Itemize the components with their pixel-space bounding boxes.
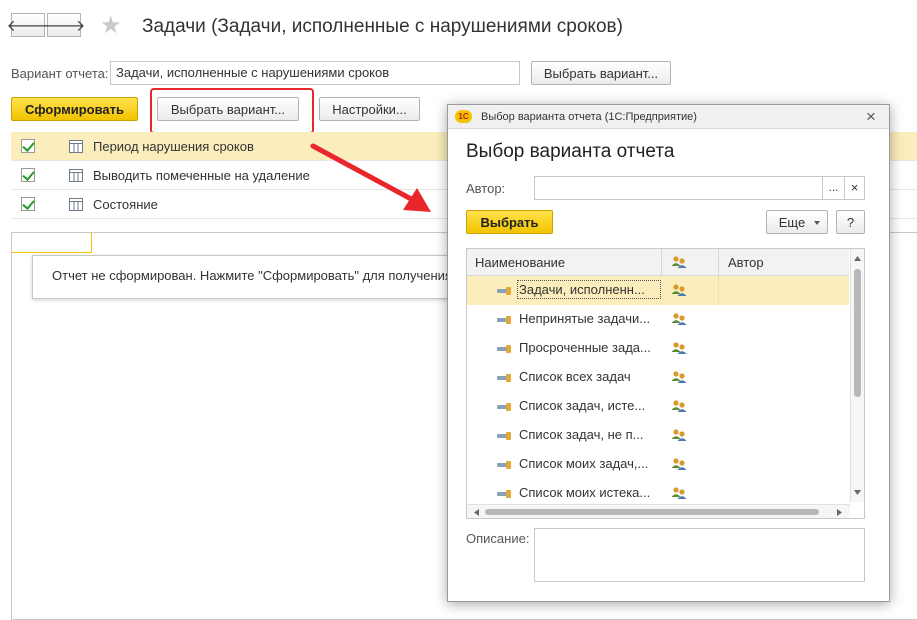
scroll-left-icon[interactable] bbox=[474, 509, 479, 516]
description-field[interactable] bbox=[534, 528, 865, 582]
close-icon[interactable]: × bbox=[866, 107, 876, 127]
arrow-right-icon: 🡒 bbox=[42, 17, 86, 35]
checkbox[interactable] bbox=[21, 168, 35, 182]
author-select-button[interactable]: ... bbox=[823, 176, 845, 200]
select-button[interactable]: Выбрать bbox=[466, 210, 553, 234]
generate-button[interactable]: Сформировать bbox=[11, 97, 138, 121]
choose-variant-button-top[interactable]: Выбрать вариант... bbox=[531, 61, 671, 85]
help-button[interactable]: ? bbox=[836, 210, 865, 234]
table-header: Наименование Автор bbox=[467, 249, 849, 276]
table-field-icon bbox=[69, 139, 83, 153]
report-variant-icon bbox=[497, 374, 511, 382]
table-row[interactable]: Список всех задач bbox=[467, 363, 849, 392]
report-variant-icon bbox=[497, 345, 511, 353]
choose-variant-button[interactable]: Выбрать вариант... bbox=[157, 97, 299, 121]
forward-button[interactable]: 🡒 bbox=[43, 13, 85, 37]
report-variant-icon bbox=[497, 490, 511, 498]
scrollbar-thumb[interactable] bbox=[854, 269, 861, 397]
app-logo-icon: 1С bbox=[455, 110, 472, 123]
users-icon bbox=[671, 487, 687, 499]
users-icon bbox=[671, 458, 687, 470]
table-row[interactable]: Список задач, не п... bbox=[467, 421, 849, 450]
scroll-up-icon[interactable] bbox=[854, 256, 861, 261]
report-variant-icon bbox=[497, 316, 511, 324]
users-icon bbox=[671, 313, 687, 325]
table-field-icon bbox=[69, 197, 83, 211]
users-icon bbox=[671, 371, 687, 383]
report-variant-icon bbox=[497, 287, 511, 295]
author-input[interactable] bbox=[534, 176, 823, 200]
dialog-window-title: Выбор варианта отчета (1С:Предприятие) bbox=[481, 111, 697, 123]
variant-label: Вариант отчета: bbox=[11, 66, 109, 81]
favorite-star-icon[interactable]: ★ bbox=[100, 11, 122, 40]
checkbox[interactable] bbox=[21, 197, 35, 211]
vertical-scrollbar[interactable] bbox=[850, 249, 864, 502]
more-label: Еще bbox=[778, 214, 806, 230]
table-row[interactable]: Непринятые задачи... bbox=[467, 305, 849, 334]
choose-variant-dialog[interactable]: 1С Выбор варианта отчета (1С:Предприятие… bbox=[447, 104, 890, 602]
description-label: Описание: bbox=[466, 531, 530, 546]
red-arrow-icon bbox=[310, 143, 431, 212]
checkbox[interactable] bbox=[21, 139, 35, 153]
row-name: Непринятые задачи... bbox=[519, 311, 651, 326]
table-row[interactable]: Задачи, исполненн... bbox=[467, 276, 849, 305]
settings-button[interactable]: Настройки... bbox=[319, 97, 420, 121]
h-scrollbar-thumb[interactable] bbox=[485, 509, 819, 515]
users-icon bbox=[671, 429, 687, 441]
param-label: Состояние bbox=[93, 196, 158, 212]
param-label: Период нарушения сроков bbox=[93, 138, 254, 154]
row-name: Список задач, исте... bbox=[519, 398, 646, 413]
row-name: Список моих задач,... bbox=[519, 456, 649, 471]
author-clear-button[interactable]: × bbox=[845, 176, 865, 200]
row-name: Список моих истека... bbox=[519, 485, 651, 500]
row-name: Список всех задач bbox=[519, 369, 631, 384]
report-variant-icon bbox=[497, 403, 511, 411]
more-button[interactable]: Еще bbox=[766, 210, 828, 234]
report-variant-icon bbox=[497, 432, 511, 440]
scroll-right-icon[interactable] bbox=[837, 509, 842, 516]
back-button[interactable]: 🡐 bbox=[7, 13, 49, 37]
chevron-down-icon bbox=[814, 221, 820, 225]
report-variant-icon bbox=[497, 461, 511, 469]
table-field-icon bbox=[69, 168, 83, 182]
scroll-down-icon[interactable] bbox=[854, 490, 861, 495]
table-row[interactable]: Список моих задач,... bbox=[467, 450, 849, 479]
variant-field[interactable]: Задачи, исполненные с нарушениями сроков bbox=[110, 61, 520, 85]
horizontal-scrollbar[interactable] bbox=[467, 504, 850, 518]
row-name: Задачи, исполненн... bbox=[517, 280, 661, 299]
param-label: Выводить помеченные на удаление bbox=[93, 167, 310, 183]
page-title: Задачи (Задачи, исполненные с нарушениям… bbox=[142, 16, 623, 37]
table-row[interactable]: Список задач, исте... bbox=[467, 392, 849, 421]
report-cell-cursor bbox=[12, 233, 92, 253]
users-icon[interactable] bbox=[670, 255, 688, 269]
users-icon bbox=[671, 342, 687, 354]
variants-table[interactable]: Наименование Автор Задачи, исполненн... … bbox=[466, 248, 865, 519]
row-name: Список задач, не п... bbox=[519, 427, 644, 442]
users-icon bbox=[671, 400, 687, 412]
table-row[interactable]: Просроченные зада... bbox=[467, 334, 849, 363]
column-author[interactable]: Автор bbox=[728, 255, 764, 270]
author-label: Автор: bbox=[466, 181, 506, 196]
row-name: Просроченные зада... bbox=[519, 340, 651, 355]
dialog-titlebar[interactable]: 1С Выбор варианта отчета (1С:Предприятие… bbox=[448, 105, 889, 129]
dialog-heading: Выбор варианта отчета bbox=[466, 141, 675, 162]
column-name[interactable]: Наименование bbox=[475, 255, 565, 270]
users-icon bbox=[671, 284, 687, 296]
